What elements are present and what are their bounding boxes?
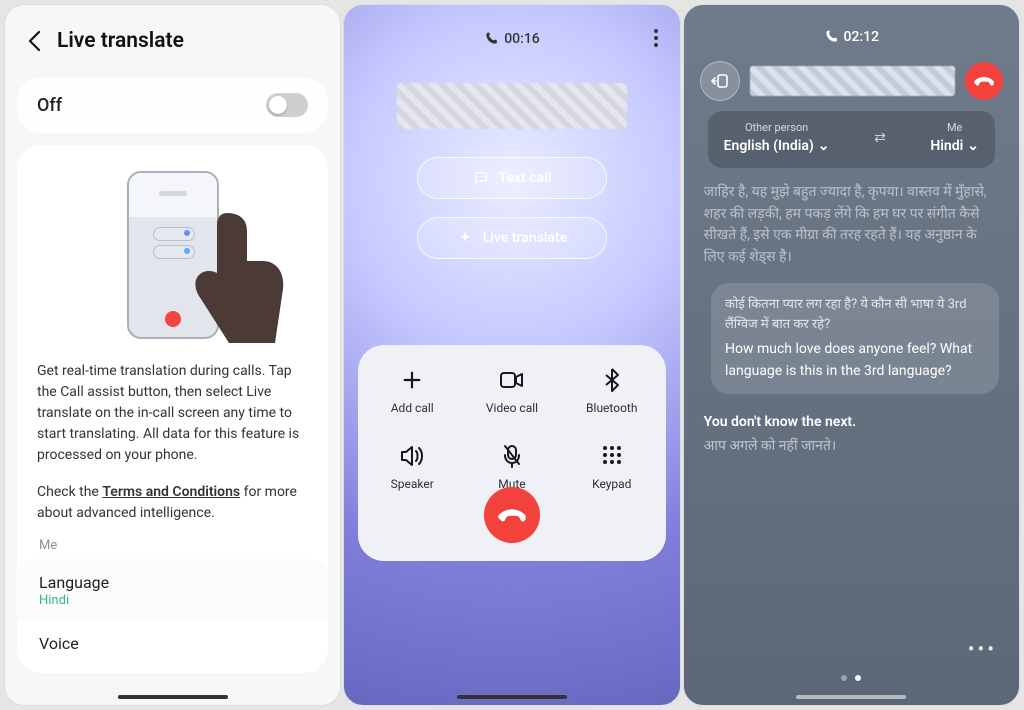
phone-icon (824, 30, 838, 44)
home-indicator (118, 695, 228, 699)
home-indicator (457, 695, 567, 699)
my-language-dropdown[interactable]: Me Hindi⌄ (930, 121, 979, 154)
info-card: Get real-time translation during calls. … (17, 145, 328, 673)
swap-languages-button[interactable]: ⇄ (874, 130, 886, 146)
plus-icon (401, 367, 423, 393)
transcript-line-en: You don't know the next. (704, 412, 999, 434)
collapse-button[interactable] (700, 61, 740, 101)
page-title: Live translate (57, 29, 184, 53)
toggle-label: Off (37, 95, 62, 116)
phone-hangup-icon (498, 501, 526, 529)
settings-screen: Live translate Off Get real-time transla… (4, 4, 341, 706)
page-indicator (841, 675, 861, 681)
voice-setting[interactable]: Voice (37, 620, 308, 665)
translation-transcript[interactable]: जाहिर है, यह मुझे बहुत ज्यादा है, कृपया।… (684, 168, 1019, 705)
hand-tap-icon (167, 203, 287, 353)
bluetooth-button[interactable]: Bluetooth (562, 367, 662, 415)
mute-icon (502, 443, 522, 469)
language-selector: Other person English (India)⌄ ⇄ Me Hindi… (708, 111, 995, 168)
live-translate-button[interactable]: Live translate (417, 217, 607, 259)
language-setting[interactable]: Language Hindi (17, 559, 328, 620)
bluetooth-icon (605, 367, 619, 393)
caller-name-redacted (750, 66, 955, 96)
more-options-button[interactable] (654, 29, 658, 47)
live-translate-toggle-row[interactable]: Off (17, 77, 328, 133)
transcript-line: जाहिर है, यह मुझे बहुत ज्यादा है, कृपया।… (704, 182, 999, 269)
toggle-switch[interactable] (266, 93, 308, 117)
back-button[interactable] (25, 32, 43, 50)
home-indicator (796, 695, 906, 699)
me-section-label: Me (37, 538, 308, 553)
chevron-down-icon: ⌄ (818, 138, 830, 154)
other-language-dropdown[interactable]: Other person English (India)⌄ (724, 121, 830, 154)
call-duration: 02:12 (844, 29, 880, 45)
keypad-icon (602, 443, 622, 469)
call-controls-panel: Add call Video call Bluetooth Speaker Mu… (358, 345, 665, 561)
keypad-button[interactable]: Keypad (562, 443, 662, 491)
video-icon (500, 367, 524, 393)
video-call-button[interactable]: Video call (462, 367, 562, 415)
in-call-screen: 00:16 Text call Live translate Add call (343, 4, 680, 706)
description-text: Get real-time translation during calls. … (37, 361, 308, 466)
terms-text: Check the Terms and Conditions for more … (37, 482, 308, 524)
add-call-button[interactable]: Add call (362, 367, 462, 415)
terms-link[interactable]: Terms and Conditions (102, 484, 240, 500)
speaker-icon (400, 443, 424, 469)
transcript-line-hi: आप अगले को नहीं जानते। (704, 436, 999, 458)
call-duration: 00:16 (504, 31, 540, 47)
more-options-button[interactable]: ••• (968, 637, 997, 661)
text-call-button[interactable]: Text call (417, 157, 607, 199)
message-bubble: कोई कितना प्यार लग रहा है? ये कौन सी भाष… (711, 283, 999, 395)
caller-name-redacted (397, 83, 627, 129)
chat-icon (473, 170, 489, 186)
end-call-button[interactable] (965, 62, 1003, 100)
phone-hangup-icon (974, 71, 994, 91)
mute-button[interactable]: Mute (462, 443, 562, 491)
sparkle-icon (457, 230, 473, 246)
live-translate-chat-screen: 02:12 Other person English (India)⌄ ⇄ Me… (683, 4, 1020, 706)
phone-icon (484, 32, 498, 46)
speaker-button[interactable]: Speaker (362, 443, 462, 491)
end-call-button[interactable] (484, 487, 540, 543)
chevron-down-icon: ⌄ (967, 138, 979, 154)
